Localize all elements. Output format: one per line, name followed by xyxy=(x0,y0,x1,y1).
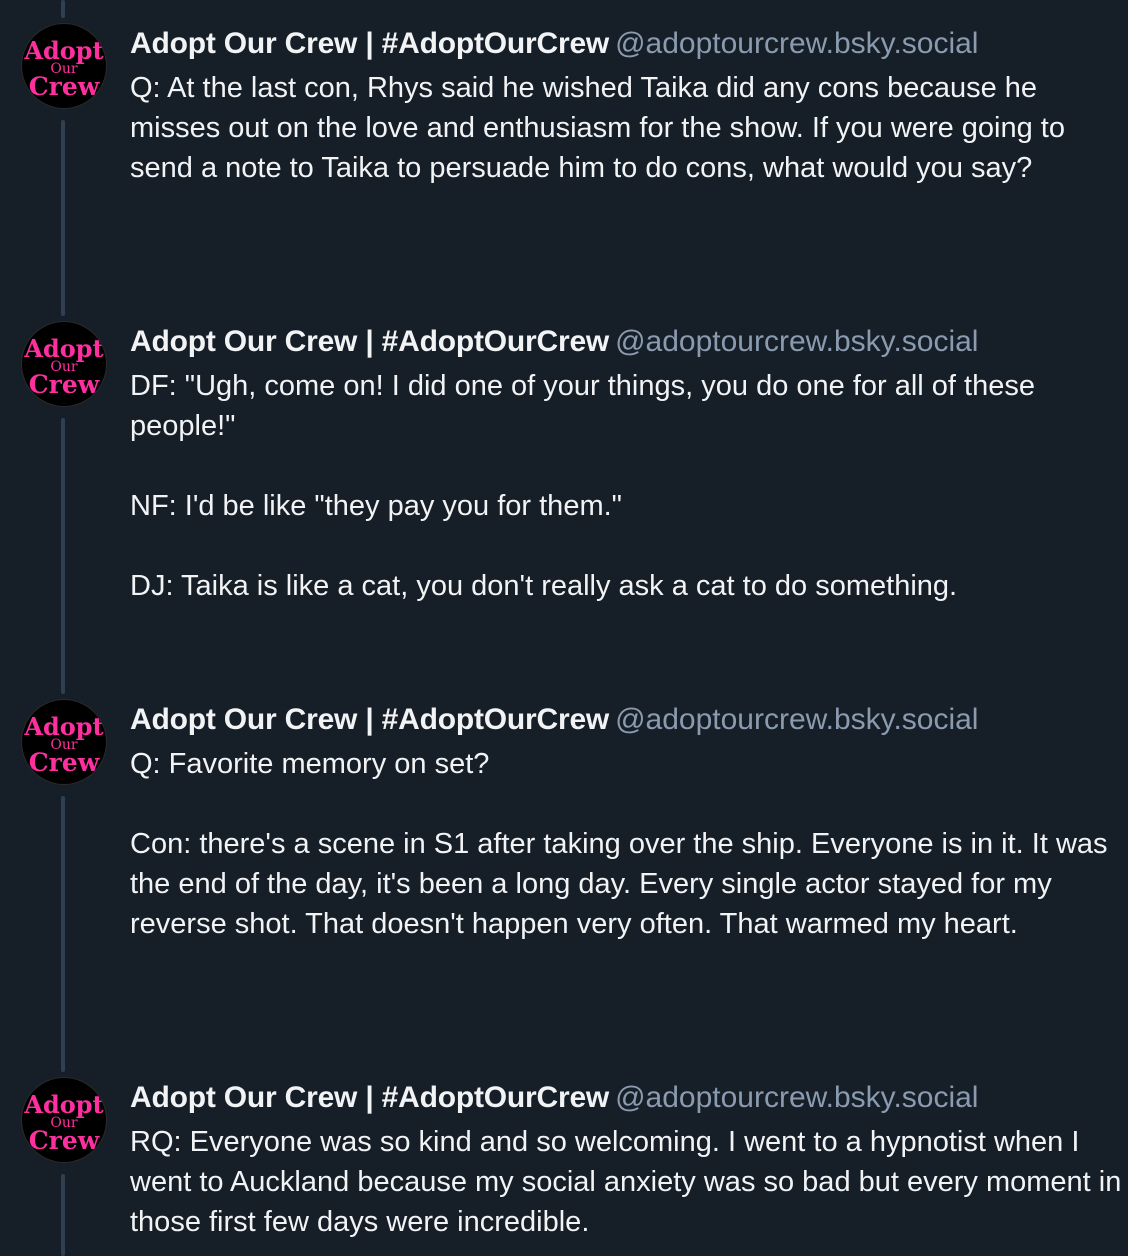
thread-line xyxy=(61,0,65,18)
author-display-name[interactable]: Adopt Our Crew | #AdoptOurCrew xyxy=(130,325,609,358)
post-header: Adopt Our Crew | #AdoptOurCrew @adoptourc… xyxy=(130,322,1128,362)
thread-line xyxy=(61,418,65,694)
post-body: Adopt Our Crew | #AdoptOurCrew @adoptourc… xyxy=(130,700,1128,944)
post-paragraph: DF: "Ugh, come on! I did one of your thi… xyxy=(130,370,1035,442)
avatar-text-line: Crew xyxy=(29,1126,101,1155)
post-text: DF: "Ugh, come on! I did one of your thi… xyxy=(130,366,1128,606)
post-header: Adopt Our Crew | #AdoptOurCrew @adoptourc… xyxy=(130,1078,1128,1118)
post-text: RQ: Everyone was so kind and so welcomin… xyxy=(130,1122,1128,1242)
post-body: Adopt Our Crew | #AdoptOurCrew @adoptourc… xyxy=(130,24,1128,188)
avatar-text-line: Crew xyxy=(29,748,101,777)
avatar[interactable]: Adopt Our Crew xyxy=(22,700,106,784)
author-display-name[interactable]: Adopt Our Crew | #AdoptOurCrew xyxy=(130,1081,609,1114)
post-header: Adopt Our Crew | #AdoptOurCrew @adoptourc… xyxy=(130,24,1128,64)
author-display-name[interactable]: Adopt Our Crew | #AdoptOurCrew xyxy=(130,703,609,736)
author-handle[interactable]: @adoptourcrew.bsky.social xyxy=(615,27,978,60)
post-paragraph: DJ: Taika is like a cat, you don't reall… xyxy=(130,570,958,602)
post-text: Q: Favorite memory on set? Con: there's … xyxy=(130,744,1128,944)
post-body: Adopt Our Crew | #AdoptOurCrew @adoptourc… xyxy=(130,1078,1128,1242)
post-body: Adopt Our Crew | #AdoptOurCrew @adoptourc… xyxy=(130,322,1128,606)
thread-line xyxy=(61,120,65,316)
author-display-name[interactable]: Adopt Our Crew | #AdoptOurCrew xyxy=(130,27,609,60)
post-thread: Adopt Our Crew Adopt Our Crew | #AdoptOu… xyxy=(0,0,1128,1256)
post-paragraph: Con: there's a scene in S1 after taking … xyxy=(130,828,1108,940)
post-paragraph: RQ: Everyone was so kind and so welcomin… xyxy=(130,1126,1122,1238)
thread-line xyxy=(61,796,65,1072)
post-text: Q: At the last con, Rhys said he wished … xyxy=(130,68,1128,188)
author-handle[interactable]: @adoptourcrew.bsky.social xyxy=(615,325,978,358)
post-header: Adopt Our Crew | #AdoptOurCrew @adoptourc… xyxy=(130,700,1128,740)
avatar-text-line: Crew xyxy=(29,370,101,399)
author-handle[interactable]: @adoptourcrew.bsky.social xyxy=(615,1081,978,1114)
avatar-text-line: Crew xyxy=(29,72,101,101)
avatar[interactable]: Adopt Our Crew xyxy=(22,322,106,406)
author-handle[interactable]: @adoptourcrew.bsky.social xyxy=(615,703,978,736)
avatar[interactable]: Adopt Our Crew xyxy=(22,1078,106,1162)
thread-line xyxy=(61,1174,65,1256)
post-paragraph: Q: Favorite memory on set? xyxy=(130,748,490,780)
avatar[interactable]: Adopt Our Crew xyxy=(22,24,106,108)
post-paragraph: NF: I'd be like "they pay you for them." xyxy=(130,490,622,522)
post-paragraph: Q: At the last con, Rhys said he wished … xyxy=(130,72,1065,184)
